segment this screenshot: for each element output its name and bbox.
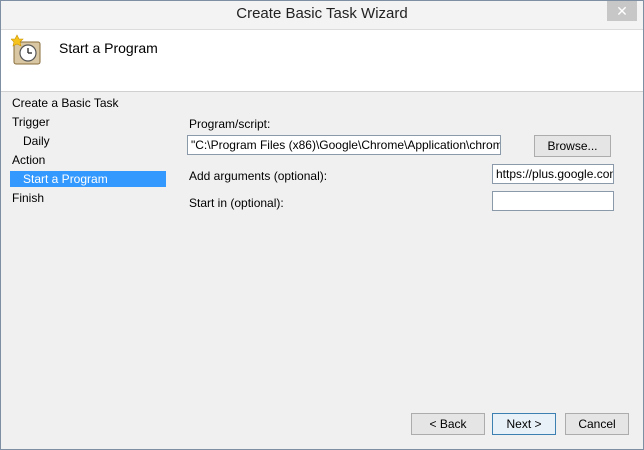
sidebar-item-finish[interactable]: Finish (12, 190, 44, 206)
add-arguments-input[interactable]: https://plus.google.com (492, 164, 614, 184)
window-title: Create Basic Task Wizard (236, 5, 408, 22)
close-icon: ✕ (616, 2, 628, 19)
wizard-steps-sidebar: Create a Basic Task Trigger Daily Action… (1, 92, 173, 448)
wizard-window: Create Basic Task Wizard ✕ Start a Progr… (0, 0, 644, 450)
sidebar-item-start-a-program[interactable]: Start a Program (10, 171, 166, 187)
cancel-button[interactable]: Cancel (565, 413, 629, 435)
program-script-label: Program/script: (189, 117, 271, 131)
title-bar: Create Basic Task Wizard ✕ (1, 1, 643, 30)
wizard-header: Start a Program (1, 30, 643, 92)
task-scheduler-clock-icon (11, 34, 41, 65)
add-arguments-label: Add arguments (optional): (189, 169, 328, 183)
sidebar-item-trigger[interactable]: Trigger (12, 114, 50, 130)
back-button[interactable]: < Back (411, 413, 485, 435)
sidebar-item-action[interactable]: Action (12, 152, 45, 168)
close-button[interactable]: ✕ (607, 1, 637, 21)
page-title: Start a Program (59, 40, 158, 56)
sidebar-item-daily[interactable]: Daily (23, 133, 50, 149)
sidebar-item-create-basic-task[interactable]: Create a Basic Task (12, 95, 119, 111)
start-in-label: Start in (optional): (189, 196, 284, 210)
start-in-input[interactable] (492, 191, 614, 211)
browse-button[interactable]: Browse... (534, 135, 611, 157)
wizard-content: Program/script: "C:\Program Files (x86)\… (173, 92, 643, 402)
program-script-input[interactable]: "C:\Program Files (x86)\Google\Chrome\Ap… (187, 135, 501, 155)
next-button[interactable]: Next > (492, 413, 556, 435)
